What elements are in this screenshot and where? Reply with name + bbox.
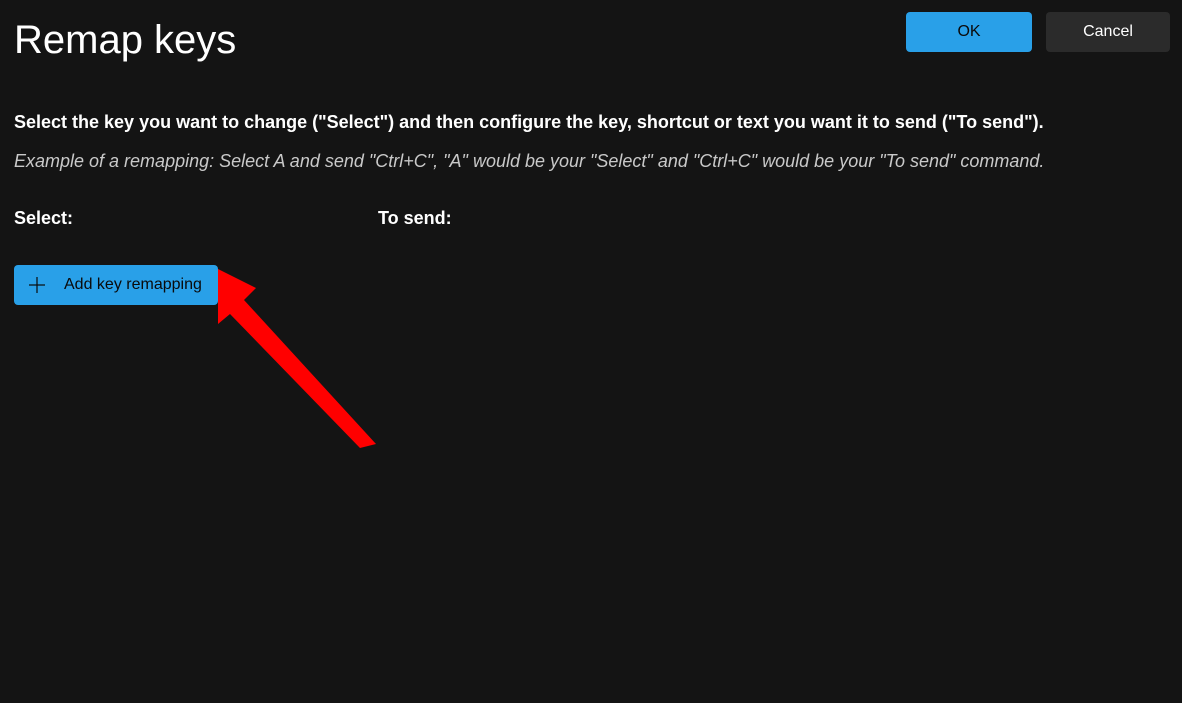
description-text: Select the key you want to change ("Sele… — [14, 110, 1168, 135]
plus-icon — [28, 276, 46, 294]
add-button-label: Add key remapping — [64, 276, 202, 294]
dialog-title: Remap keys — [14, 14, 236, 66]
ok-button[interactable]: OK — [906, 12, 1032, 52]
select-column-label: Select: — [14, 208, 378, 229]
add-key-remapping-button[interactable]: Add key remapping — [14, 265, 218, 305]
to-send-column-label: To send: — [378, 208, 1168, 229]
cancel-button[interactable]: Cancel — [1046, 12, 1170, 52]
dialog-buttons: OK Cancel — [906, 12, 1170, 52]
example-text: Example of a remapping: Select A and sen… — [14, 149, 1168, 174]
